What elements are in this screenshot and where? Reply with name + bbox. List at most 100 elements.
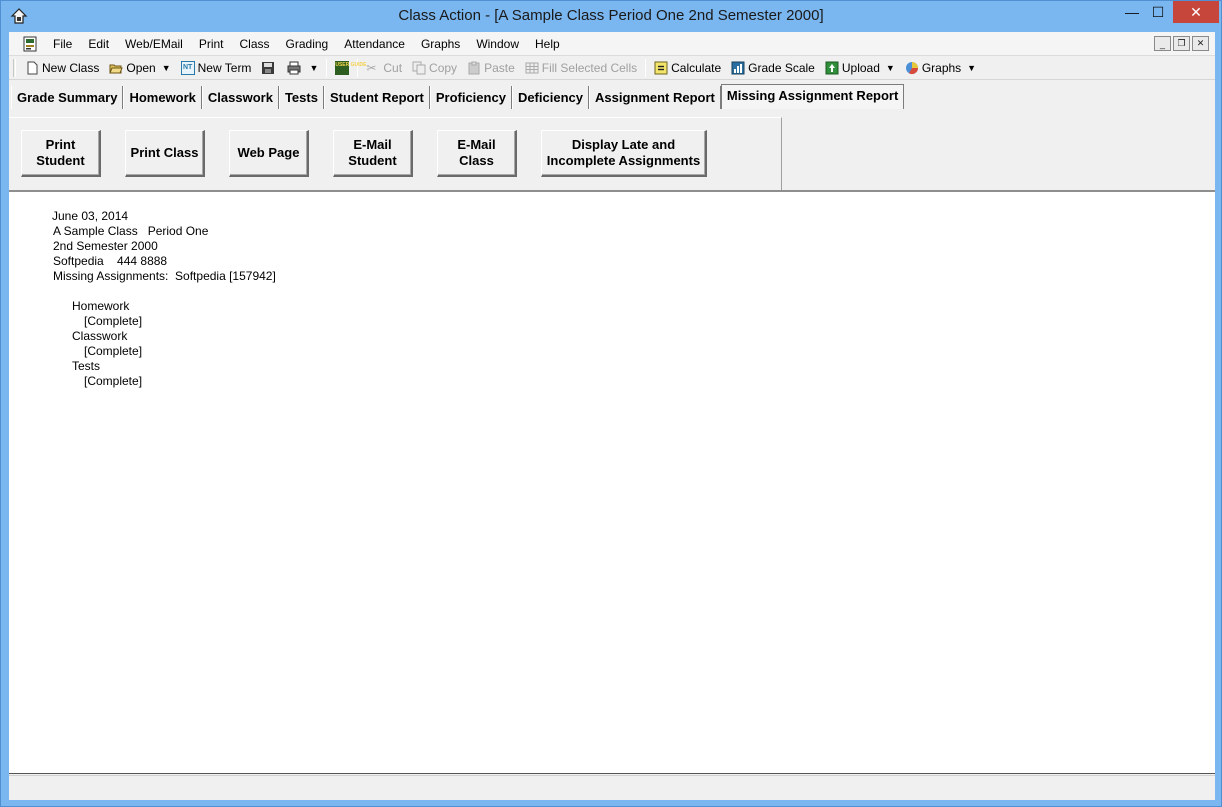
grid-cells-icon [525, 62, 539, 73]
window-maximize-button[interactable]: ☐ [1145, 1, 1171, 23]
toolbar: New Class Open ▼ NT New Term ▼ USER GUID… [9, 56, 1215, 80]
menu-bar: File Edit Web/EMail Print Class Grading … [9, 32, 1215, 56]
report-action-panel: Print Student Print Class Web Page E-Mai… [9, 117, 782, 190]
paste-clipboard-icon [468, 61, 480, 74]
graphs-button[interactable]: Graphs ▼ [900, 57, 981, 79]
toolbar-separator [326, 58, 328, 77]
graphs-pie-icon [905, 61, 918, 74]
tab-student-report[interactable]: Student Report [323, 86, 430, 109]
toolbar-separator [645, 58, 647, 77]
app-window: Class Action - [A Sample Class Period On… [0, 0, 1222, 807]
scissors-icon: ✂ [366, 60, 377, 75]
menu-web-email[interactable]: Web/EMail [117, 32, 191, 56]
menu-attendance[interactable]: Attendance [336, 32, 413, 56]
mdi-controls: _ ❐ ✕ [1154, 36, 1209, 51]
tab-classwork[interactable]: Classwork [201, 86, 279, 109]
cut-button[interactable]: ✂ Cut [361, 57, 407, 79]
report-school-line: Softpedia 444 8888 [53, 254, 168, 268]
report-date: June 03, 2014 [52, 209, 129, 223]
tab-tests[interactable]: Tests [278, 86, 324, 109]
upload-icon [825, 61, 839, 74]
report-class-line: A Sample Class Period One [53, 224, 209, 238]
open-dropdown-arrow-icon[interactable]: ▼ [162, 63, 171, 73]
panel-spacer [783, 117, 1215, 190]
report-section-classwork: Classwork [72, 329, 128, 343]
tab-assignment-report[interactable]: Assignment Report [588, 86, 721, 109]
user-guide-button[interactable]: USER GUIDE [330, 57, 366, 79]
menu-file[interactable]: File [45, 32, 80, 56]
user-guide-icon: USER GUIDE [335, 60, 366, 75]
mdi-minimize-button[interactable]: _ [1154, 36, 1171, 51]
print-student-button[interactable]: Print Student [21, 130, 101, 177]
display-late-incomplete-button[interactable]: Display Late and Incomplete Assignments [541, 130, 707, 177]
save-disk-icon [262, 61, 275, 74]
calculate-equals-icon [654, 61, 668, 74]
calculate-label: Calculate [671, 60, 722, 75]
menu-edit[interactable]: Edit [80, 32, 117, 56]
menu-print[interactable]: Print [191, 32, 232, 56]
grade-scale-button[interactable]: Grade Scale [726, 57, 820, 79]
graphs-label: Graphs [921, 60, 962, 75]
printer-icon [287, 61, 301, 74]
cut-label: Cut [383, 60, 403, 75]
menu-grading[interactable]: Grading [278, 32, 337, 56]
upload-button[interactable]: Upload ▼ [820, 57, 900, 79]
new-term-icon: NT [180, 60, 195, 75]
copy-icon [412, 61, 426, 74]
menu-window[interactable]: Window [468, 32, 527, 56]
report-semester: 2nd Semester 2000 [53, 239, 158, 253]
report-section-classwork-status: [Complete] [84, 344, 143, 358]
tab-bar: Grade Summary Homework Classwork Tests S… [9, 84, 1215, 109]
window-close-button[interactable]: ✕ [1173, 1, 1219, 23]
tab-missing-assignment-report[interactable]: Missing Assignment Report [720, 84, 905, 109]
open-button[interactable]: Open ▼ [104, 57, 175, 79]
new-document-icon [27, 61, 38, 74]
web-page-button[interactable]: Web Page [229, 130, 309, 177]
save-button[interactable] [256, 57, 280, 79]
copy-button[interactable]: Copy [407, 57, 462, 79]
menu-help[interactable]: Help [527, 32, 568, 56]
grade-scale-label: Grade Scale [748, 60, 815, 75]
fill-selected-cells-label: Fill Selected Cells [541, 60, 638, 75]
new-class-button[interactable]: New Class [20, 57, 104, 79]
missing-assignment-report-view[interactable]: June 03, 2014 A Sample Class Period One … [9, 190, 1215, 774]
new-term-label: New Term [197, 60, 252, 75]
new-term-button[interactable]: NT New Term [176, 57, 257, 79]
paste-label: Paste [484, 60, 515, 75]
tab-homework[interactable]: Homework [123, 86, 202, 109]
report-section-homework-status: [Complete] [84, 314, 143, 328]
report-section-tests: Tests [72, 359, 101, 373]
menu-graphs[interactable]: Graphs [413, 32, 468, 56]
menu-class[interactable]: Class [232, 32, 278, 56]
print-button[interactable]: ▼ [280, 57, 323, 79]
mdi-restore-button[interactable]: ❐ [1173, 36, 1190, 51]
report-section-tests-status: [Complete] [84, 374, 143, 388]
title-bar[interactable]: Class Action - [A Sample Class Period On… [1, 1, 1221, 32]
window-minimize-button[interactable]: — [1119, 1, 1145, 23]
upload-label: Upload [841, 60, 880, 75]
new-class-label: New Class [42, 60, 100, 75]
graphs-dropdown-arrow-icon[interactable]: ▼ [967, 63, 976, 73]
report-missing-line: Missing Assignments: Softpedia [157942] [53, 269, 276, 283]
grade-scale-icon [731, 61, 745, 74]
tab-proficiency[interactable]: Proficiency [429, 86, 512, 109]
print-class-button[interactable]: Print Class [125, 130, 205, 177]
tab-deficiency[interactable]: Deficiency [511, 86, 589, 109]
open-folder-icon [109, 64, 124, 73]
open-label: Open [126, 60, 156, 75]
status-bar [9, 775, 1215, 800]
print-dropdown-arrow-icon[interactable]: ▼ [309, 63, 318, 73]
email-student-button[interactable]: E-Mail Student [333, 130, 413, 177]
tab-grade-summary[interactable]: Grade Summary [11, 86, 124, 109]
upload-dropdown-arrow-icon[interactable]: ▼ [886, 63, 895, 73]
calculate-button[interactable]: Calculate [649, 57, 726, 79]
fill-selected-cells-button[interactable]: Fill Selected Cells [520, 57, 642, 79]
document-icon[interactable] [23, 36, 37, 52]
client-area: File Edit Web/EMail Print Class Grading … [9, 32, 1215, 800]
report-section-homework: Homework [72, 299, 130, 313]
toolbar-grip[interactable] [13, 58, 16, 77]
paste-button[interactable]: Paste [462, 57, 520, 79]
mdi-close-button[interactable]: ✕ [1192, 36, 1209, 51]
copy-label: Copy [429, 60, 458, 75]
email-class-button[interactable]: E-Mail Class [437, 130, 517, 177]
